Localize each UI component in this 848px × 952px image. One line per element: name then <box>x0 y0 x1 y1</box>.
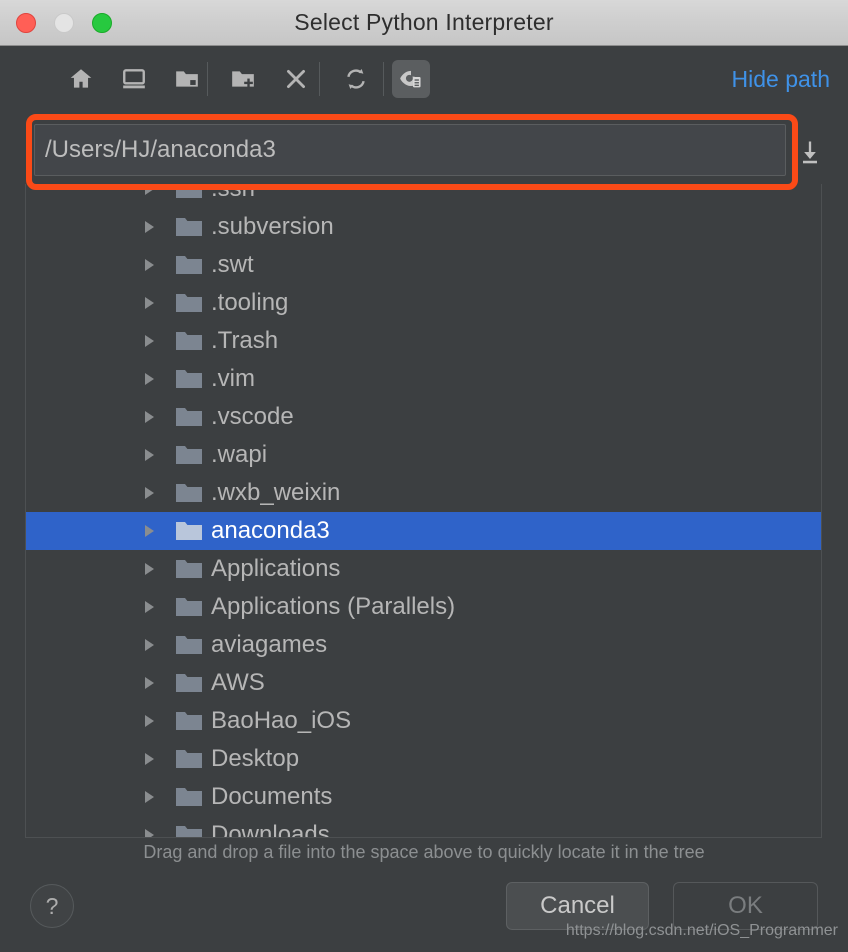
tree-row[interactable]: .swt <box>26 246 821 284</box>
download-icon[interactable] <box>796 138 824 166</box>
folder-icon <box>176 255 202 275</box>
path-row: /Users/HJ/anaconda3 <box>0 112 848 184</box>
folder-icon <box>176 825 202 837</box>
expand-arrow-icon[interactable] <box>143 447 157 463</box>
expand-arrow-icon[interactable] <box>143 637 157 653</box>
help-button[interactable]: ? <box>30 884 74 928</box>
expand-arrow-icon[interactable] <box>143 333 157 349</box>
tree-row[interactable]: .vscode <box>26 398 821 436</box>
folder-icon <box>176 673 202 693</box>
new-folder-icon[interactable] <box>224 60 262 98</box>
path-input-value: /Users/HJ/anaconda3 <box>45 136 276 163</box>
expand-arrow-icon[interactable] <box>143 675 157 691</box>
tree-row[interactable]: anaconda3 <box>26 512 821 550</box>
folder-icon <box>176 293 202 313</box>
tree-row-label: .Trash <box>211 327 279 354</box>
tree-row-label: anaconda3 <box>211 517 330 544</box>
toolbar: Hide path <box>0 46 848 112</box>
expand-arrow-icon[interactable] <box>143 523 157 539</box>
folder-icon <box>176 184 202 199</box>
tree-row[interactable]: .wapi <box>26 436 821 474</box>
tree-row-label: BaoHao_iOS <box>211 707 352 734</box>
delete-icon[interactable] <box>277 60 315 98</box>
expand-arrow-icon[interactable] <box>143 184 157 197</box>
tree-row[interactable]: Downloads <box>26 816 821 838</box>
refresh-icon[interactable] <box>337 60 375 98</box>
folder-icon <box>176 597 202 617</box>
expand-arrow-icon[interactable] <box>143 713 157 729</box>
tree-row[interactable]: .wxb_weixin <box>26 474 821 512</box>
tree-row-label: .subversion <box>211 213 334 240</box>
show-hidden-files-icon[interactable] <box>392 60 430 98</box>
tree-row-label: Downloads <box>211 821 330 838</box>
tree-row[interactable]: BaoHao_iOS <box>26 702 821 740</box>
tree-row-label: Applications <box>211 555 341 582</box>
tree-row-label: .swt <box>211 251 254 278</box>
tree-row[interactable]: .vim <box>26 360 821 398</box>
folder-icon <box>176 217 202 237</box>
folder-icon <box>176 635 202 655</box>
folder-icon <box>176 407 202 427</box>
tree-row[interactable]: Applications <box>26 550 821 588</box>
tree-row[interactable]: .ssh <box>26 184 821 208</box>
home-icon[interactable] <box>62 60 100 98</box>
expand-arrow-icon[interactable] <box>143 561 157 577</box>
folder-icon <box>176 559 202 579</box>
tree-row-label: .ssh <box>211 184 256 202</box>
tree-row[interactable]: .tooling <box>26 284 821 322</box>
select-python-interpreter-dialog: Select Python Interpreter Hide path /Use… <box>0 0 848 952</box>
tree-row-label: Desktop <box>211 745 300 772</box>
tree-row-label: .wxb_weixin <box>211 479 341 506</box>
folder-icon <box>176 483 202 503</box>
expand-arrow-icon[interactable] <box>143 295 157 311</box>
tree-row[interactable]: Applications (Parallels) <box>26 588 821 626</box>
folder-icon <box>176 521 202 541</box>
tree-row-label: .vim <box>211 365 255 392</box>
folder-icon <box>176 331 202 351</box>
drag-drop-hint: Drag and drop a file into the space abov… <box>143 842 705 862</box>
expand-arrow-icon[interactable] <box>143 371 157 387</box>
tree-row-label: .wapi <box>211 441 268 468</box>
expand-arrow-icon[interactable] <box>143 257 157 273</box>
tree-row-label: Documents <box>211 783 333 810</box>
tree-row-label: aviagames <box>211 631 328 658</box>
toolbar-separator <box>207 62 208 96</box>
tree-row[interactable]: Desktop <box>26 740 821 778</box>
toolbar-separator <box>319 62 320 96</box>
tree-row[interactable]: AWS <box>26 664 821 702</box>
tree-row-label: .vscode <box>211 403 294 430</box>
toolbar-separator <box>383 62 384 96</box>
expand-arrow-icon[interactable] <box>143 219 157 235</box>
tree-row[interactable]: .subversion <box>26 208 821 246</box>
title-bar: Select Python Interpreter <box>0 0 848 46</box>
expand-arrow-icon[interactable] <box>143 485 157 501</box>
expand-arrow-icon[interactable] <box>143 409 157 425</box>
window-title: Select Python Interpreter <box>294 9 554 35</box>
folder-icon <box>176 369 202 389</box>
expand-arrow-icon[interactable] <box>143 827 157 837</box>
tree-row-label: Applications (Parallels) <box>211 593 456 620</box>
folder-icon <box>176 711 202 731</box>
desktop-icon[interactable] <box>115 60 153 98</box>
file-tree[interactable]: .ssh .subversion .swt .tooling .Trash .vim .vs… <box>25 184 822 838</box>
tree-row[interactable]: Documents <box>26 778 821 816</box>
project-folder-icon[interactable] <box>168 60 206 98</box>
tree-row-label: .tooling <box>211 289 289 316</box>
folder-icon <box>176 445 202 465</box>
watermark: https://blog.csdn.net/iOS_Programmer <box>565 922 838 939</box>
folder-icon <box>176 787 202 807</box>
tree-row-label: AWS <box>211 669 265 696</box>
expand-arrow-icon[interactable] <box>143 599 157 615</box>
tree-row[interactable]: .Trash <box>26 322 821 360</box>
hide-path-link[interactable]: Hide path <box>732 60 830 98</box>
tree-row[interactable]: aviagames <box>26 626 821 664</box>
expand-arrow-icon[interactable] <box>143 751 157 767</box>
folder-icon <box>176 749 202 769</box>
path-input[interactable]: /Users/HJ/anaconda3 <box>34 124 786 176</box>
expand-arrow-icon[interactable] <box>143 789 157 805</box>
